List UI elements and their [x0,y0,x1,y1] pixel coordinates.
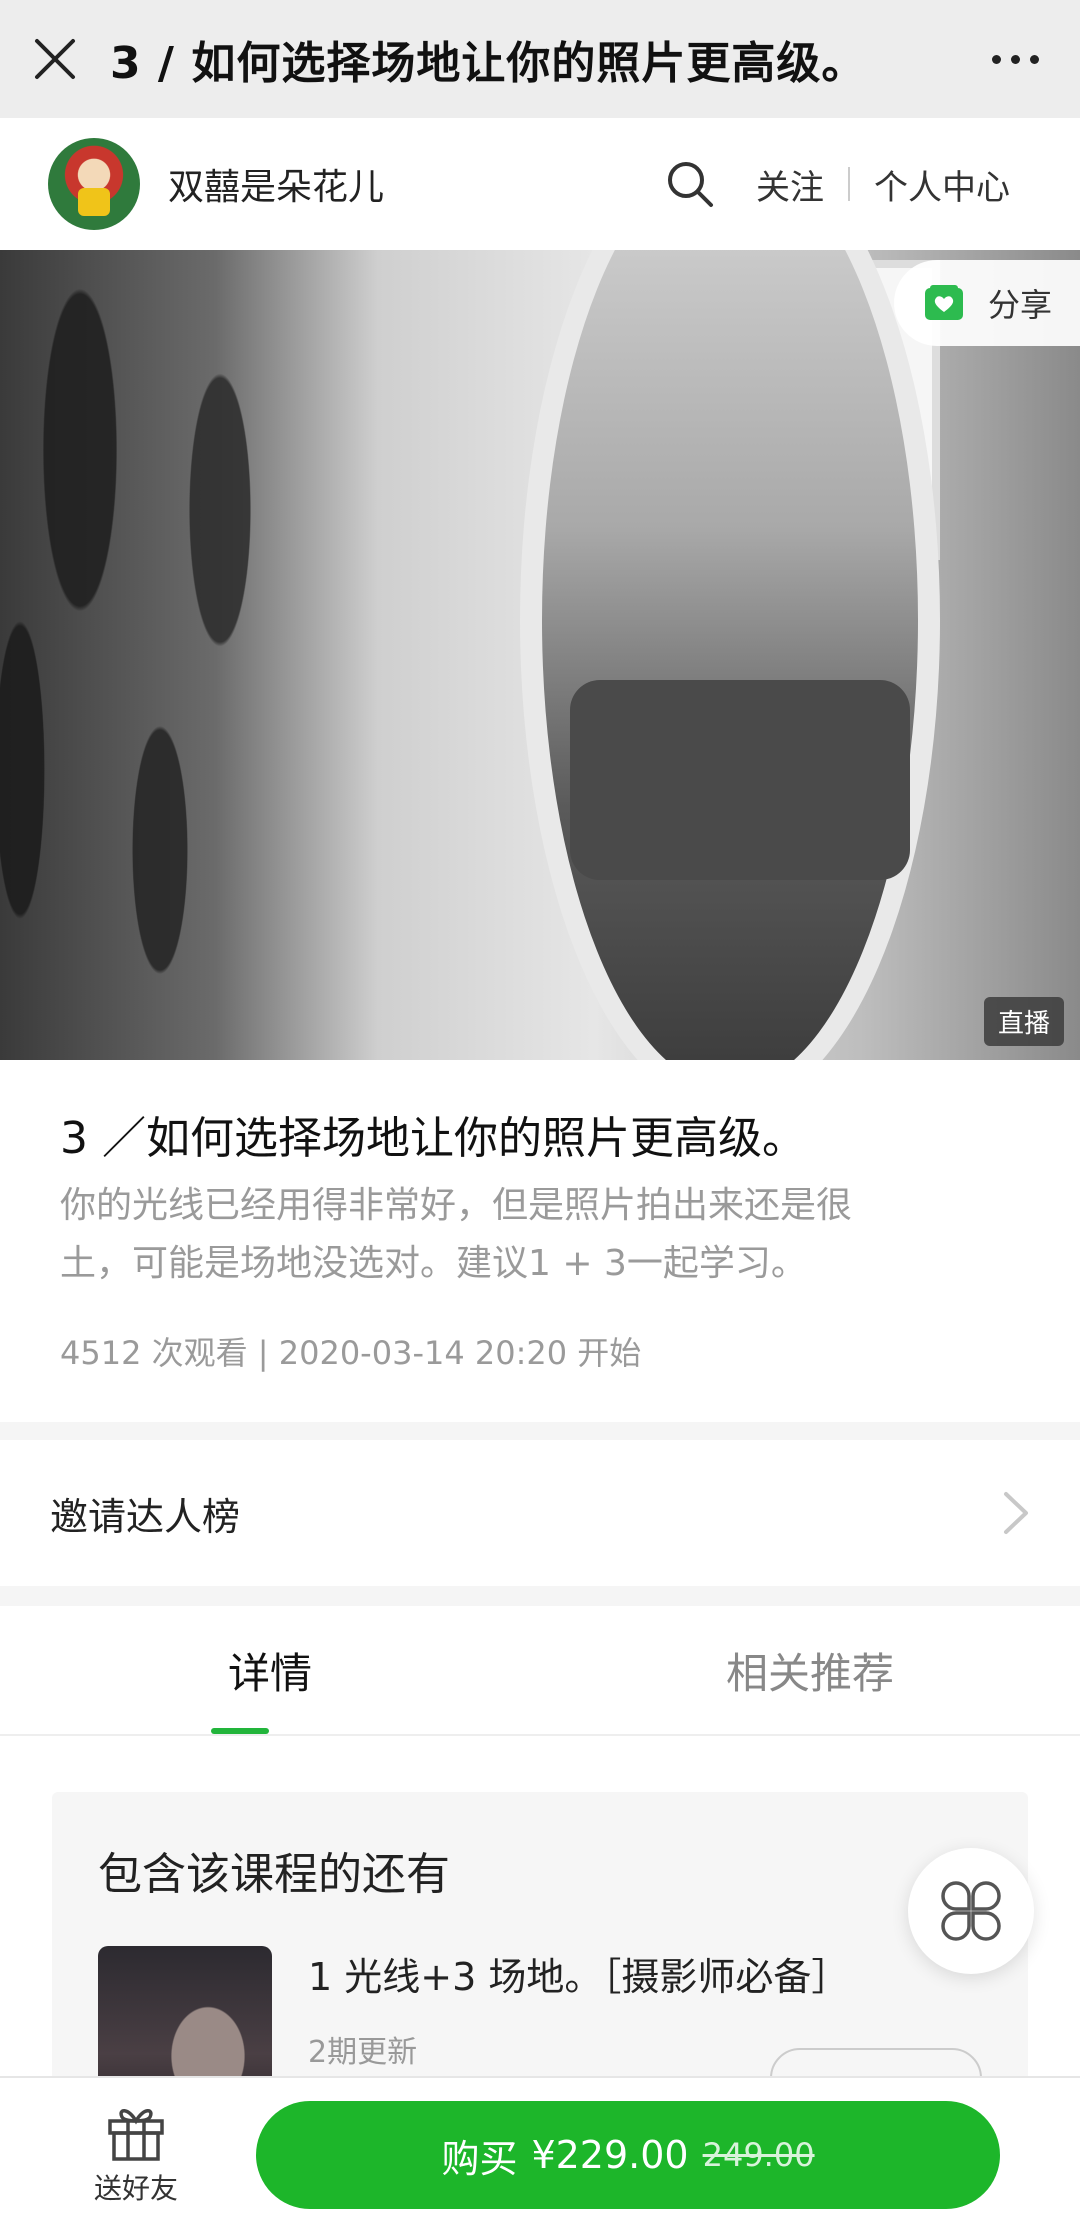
more-button[interactable] [950,0,1080,118]
avatar[interactable] [48,138,140,230]
live-badge: 直播 [983,997,1064,1046]
course-description-line: 土，可能是场地没选对。建议1 + 3一起学习。 [60,1242,807,1284]
more-icon [991,54,1001,64]
more-icon-dot [1010,54,1020,64]
gift-label: 送好友 [93,2172,178,2205]
invite-ranking-label: 邀请达人榜 [50,1494,241,1539]
search-button[interactable] [660,154,720,214]
cover-bed [570,680,910,880]
course-item-text: 1 光线+3 场地。［摄影师必备］ 2期更新 [308,1946,849,2092]
course-thumbnail [98,1946,272,2092]
personal-center-button[interactable]: 个人中心 [874,160,1010,209]
gift-icon [108,2109,164,2161]
grid-icon [941,1881,1001,1941]
author-actions: 关注 个人中心 [660,154,1010,214]
buy-price: ¥229.00 [531,2133,689,2177]
invite-ranking-row[interactable]: 邀请达人榜 [0,1440,1080,1586]
floating-menu-button[interactable] [908,1848,1034,1974]
author-row: 双囍是朵花儿 关注 个人中心 [0,118,1080,250]
course-description: 你的光线已经用得非常好，但是照片拍出来还是很 土，可能是场地没选对。建议1 + … [60,1177,1020,1292]
bottom-bar: 送好友 购买 ¥229.00 249.00 [0,2076,1080,2232]
cover-plant [0,250,480,1060]
cover-image[interactable]: 分享 直播 [0,250,1080,1060]
original-price: 249.00 [702,2136,815,2174]
author-name[interactable]: 双囍是朵花儿 [168,158,384,210]
tab-related[interactable]: 相关推荐 [540,1606,1080,1734]
search-icon [668,162,713,207]
page-title: 3 / 如何选择场地让你的照片更高级。 [110,38,867,89]
tab-active-indicator [211,1728,269,1734]
share-label: 分享 [988,286,1053,324]
follow-button[interactable]: 关注 [756,160,824,209]
close-button[interactable] [0,0,110,118]
course-description-line: 你的光线已经用得非常好，但是照片拍出来还是很 [60,1185,853,1227]
share-icon [925,285,963,320]
cover-mirror [520,250,940,1060]
buy-button[interactable]: 购买 ¥229.00 249.00 [256,2101,1000,2209]
gift-button[interactable]: 送好友 [36,2103,236,2207]
included-courses-card: 包含该课程的还有 1 光线+3 场地。［摄影师必备］ 2期更新 [52,1792,1028,2092]
course-item-subtitle: 2期更新 [308,2035,418,2070]
share-button[interactable]: 分享 [894,260,1080,346]
more-icon-dot [1029,54,1039,64]
course-info: 3 ／如何选择场地让你的照片更高级。 你的光线已经用得非常好，但是照片拍出来还是… [0,1060,1080,1422]
included-courses-heading: 包含该课程的还有 [98,1849,450,1900]
close-icon [35,39,75,79]
course-meta: 4512 次观看 | 2020-03-14 20:20 开始 [60,1334,642,1373]
tab-details[interactable]: 详情 [0,1606,540,1734]
tab-bar: 详情 相关推荐 [0,1606,1080,1736]
course-item-title: 1 光线+3 场地。［摄影师必备］ [308,1955,850,1999]
course-title: 3 ／如何选择场地让你的照片更高级。 [60,1113,806,1164]
buy-label: 购买 [441,2136,518,2181]
chevron-right-icon [1004,1492,1028,1534]
tab-details-label: 详情 [227,1648,312,1698]
top-nav-bar: 3 / 如何选择场地让你的照片更高级。 [0,0,1080,118]
divider [848,167,850,201]
tab-related-label: 相关推荐 [725,1648,894,1698]
